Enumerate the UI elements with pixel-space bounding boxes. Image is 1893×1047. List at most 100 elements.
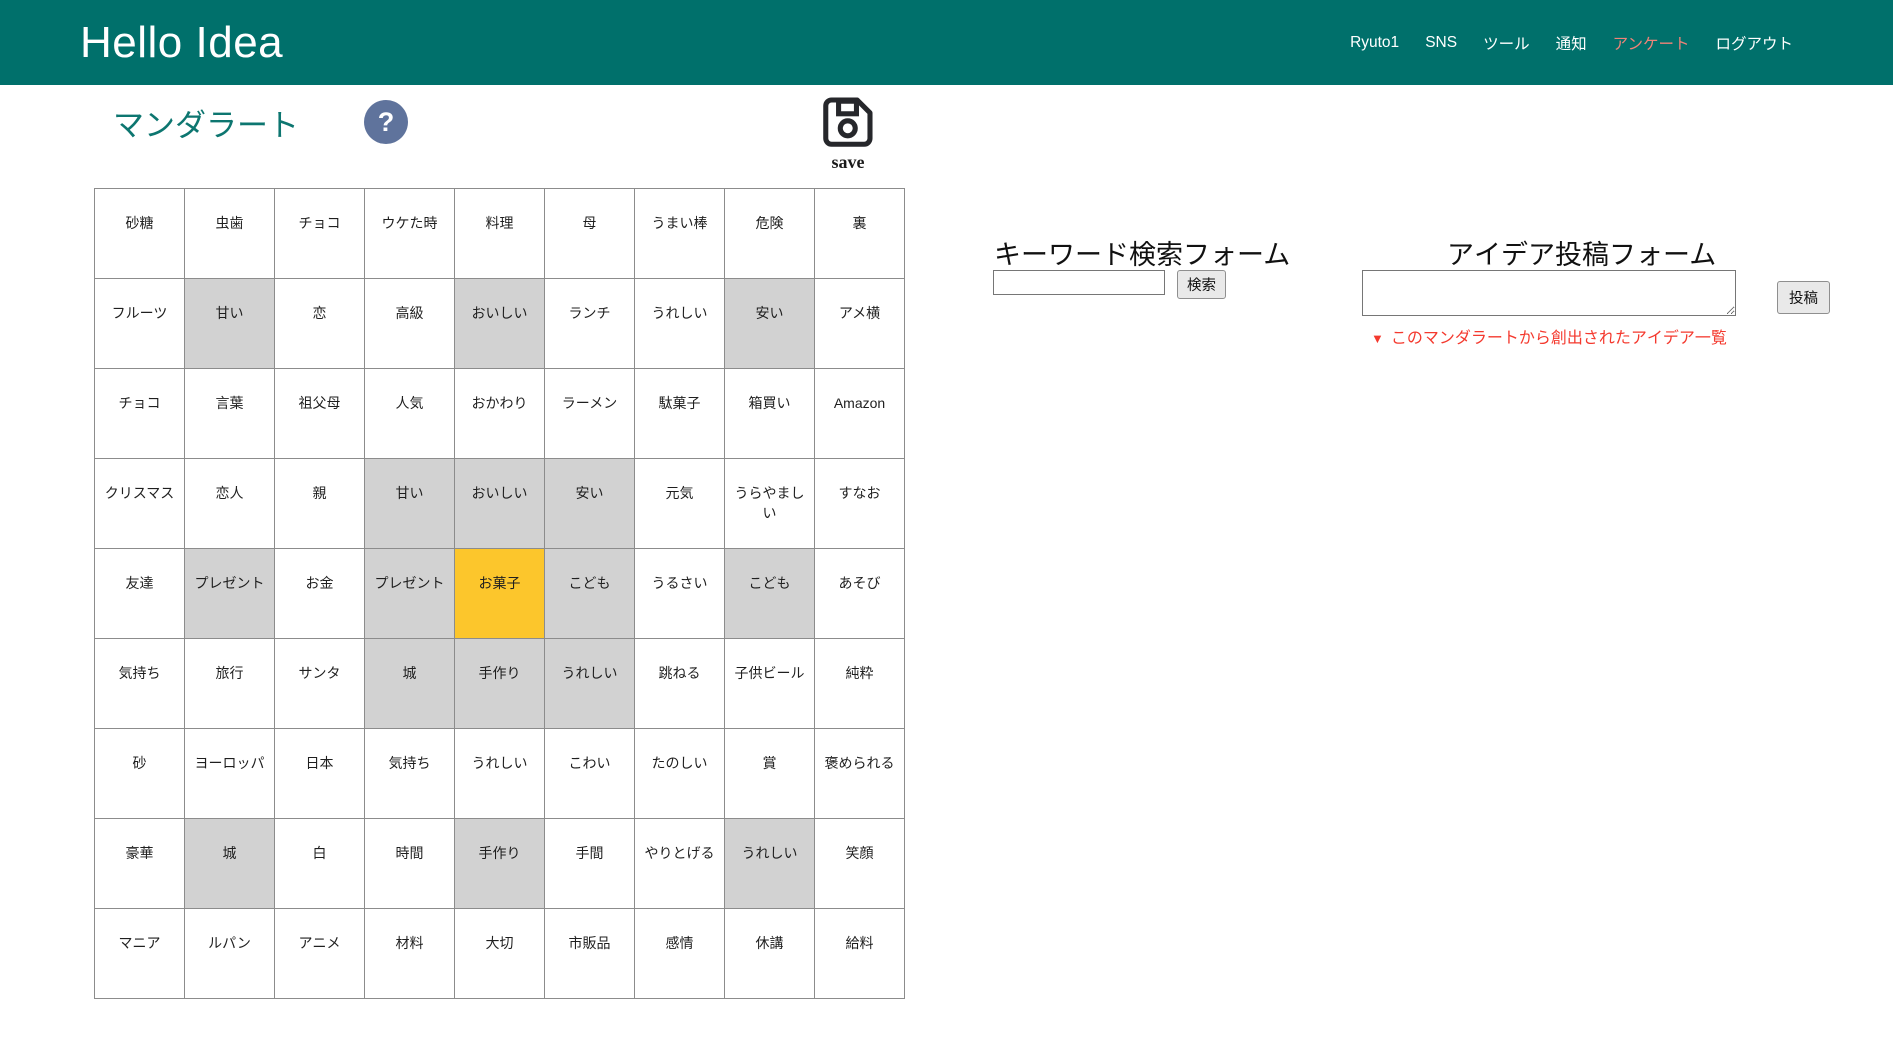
grid-cell[interactable]: 安い (724, 278, 815, 369)
grid-cell[interactable]: チョコ (94, 368, 185, 459)
save-button[interactable]: save (806, 93, 890, 173)
grid-cell[interactable]: 大切 (454, 908, 545, 999)
grid-cell[interactable]: チョコ (274, 188, 365, 279)
grid-cell[interactable]: 子供ビール (724, 638, 815, 729)
grid-cell[interactable]: こども (544, 548, 635, 639)
grid-cell[interactable]: うまい棒 (634, 188, 725, 279)
grid-cell[interactable]: プレゼント (184, 548, 275, 639)
grid-cell[interactable]: うれしい (544, 638, 635, 729)
search-button[interactable]: 検索 (1177, 270, 1226, 299)
grid-cell[interactable]: 跳ねる (634, 638, 725, 729)
grid-cell[interactable]: 高級 (364, 278, 455, 369)
grid-cell[interactable]: 元気 (634, 458, 725, 549)
grid-cell[interactable]: うれしい (724, 818, 815, 909)
grid-cell[interactable]: 賞 (724, 728, 815, 819)
grid-cell[interactable]: 甘い (364, 458, 455, 549)
grid-cell[interactable]: 言葉 (184, 368, 275, 459)
grid-cell[interactable]: 手間 (544, 818, 635, 909)
grid-cell[interactable]: 気持ち (94, 638, 185, 729)
grid-cell[interactable]: こども (724, 548, 815, 639)
triangle-down-icon: ▼ (1371, 331, 1384, 346)
nav-item-tools[interactable]: ツール (1483, 32, 1530, 54)
grid-cell[interactable]: ウケた時 (364, 188, 455, 279)
grid-cell[interactable]: おかわり (454, 368, 545, 459)
grid-cell[interactable]: 時間 (364, 818, 455, 909)
grid-cell[interactable]: 祖父母 (274, 368, 365, 459)
grid-cell[interactable]: 旅行 (184, 638, 275, 729)
page-title: マンダラート (113, 108, 299, 143)
grid-cell[interactable]: うれしい (634, 278, 725, 369)
idea-list-toggle-link[interactable]: ▼ このマンダラートから創出されたアイデア一覧 (1352, 324, 1746, 348)
grid-row: 気持ち 旅行 サンタ城手作り うれしい 跳ねる 子供ビール 純粋 (94, 638, 905, 729)
nav-item-notifications[interactable]: 通知 (1556, 32, 1587, 54)
grid-cell[interactable]: 甘い (184, 278, 275, 369)
grid-cell[interactable]: 白 (274, 818, 365, 909)
grid-cell[interactable]: フルーツ (94, 278, 185, 369)
app-brand[interactable]: Hello Idea (80, 18, 283, 68)
post-button[interactable]: 投稿 (1777, 281, 1830, 314)
grid-cell[interactable]: アメ横 (814, 278, 905, 369)
grid-cell[interactable]: うるさい (634, 548, 725, 639)
grid-cell[interactable]: サンタ (274, 638, 365, 729)
grid-cell[interactable]: こわい (544, 728, 635, 819)
help-question-icon[interactable]: ? (364, 100, 408, 144)
grid-cell[interactable]: 給料 (814, 908, 905, 999)
grid-cell[interactable]: 親 (274, 458, 365, 549)
grid-cell[interactable]: 材料 (364, 908, 455, 999)
grid-cell[interactable]: ランチ (544, 278, 635, 369)
nav-item-survey[interactable]: アンケート (1613, 32, 1690, 54)
grid-cell[interactable]: 砂糖 (94, 188, 185, 279)
grid-cell[interactable]: 安い (544, 458, 635, 549)
grid-cell[interactable]: プレゼント (364, 548, 455, 639)
grid-cell[interactable]: 料理 (454, 188, 545, 279)
grid-cell[interactable]: 恋 (274, 278, 365, 369)
grid-cell[interactable]: たのしい (634, 728, 725, 819)
grid-cell[interactable]: 手作り (454, 818, 545, 909)
grid-cell[interactable]: Amazon (814, 368, 905, 459)
nav-item-logout[interactable]: ログアウト (1715, 32, 1793, 54)
grid-cell[interactable]: 恋人 (184, 458, 275, 549)
grid-cell[interactable]: すなお (814, 458, 905, 549)
header-nav: Ryuto1 SNS ツール 通知 アンケート ログアウト (1350, 32, 1793, 54)
idea-textarea[interactable] (1362, 270, 1736, 316)
grid-cell[interactable]: 豪華 (94, 818, 185, 909)
grid-cell[interactable]: クリスマス (94, 458, 185, 549)
grid-cell[interactable]: ルパン (184, 908, 275, 999)
grid-cell[interactable]: 裏 (814, 188, 905, 279)
grid-cell[interactable]: アニメ (274, 908, 365, 999)
grid-cell[interactable]: やりとげる (634, 818, 725, 909)
grid-cell[interactable]: 危険 (724, 188, 815, 279)
grid-cell[interactable]: 休講 (724, 908, 815, 999)
nav-item-sns[interactable]: SNS (1425, 34, 1457, 52)
grid-cell[interactable]: 母 (544, 188, 635, 279)
grid-cell[interactable]: 人気 (364, 368, 455, 459)
grid-cell[interactable]: 箱買い (724, 368, 815, 459)
nav-item-user[interactable]: Ryuto1 (1350, 34, 1399, 52)
grid-cell[interactable]: お菓子 (454, 548, 545, 639)
grid-cell[interactable]: マニア (94, 908, 185, 999)
grid-row: フルーツ 甘い恋高級 おいしい ランチ うれしい 安い アメ横 (94, 278, 905, 369)
keyword-search-input[interactable] (993, 270, 1165, 295)
grid-cell[interactable]: 日本 (274, 728, 365, 819)
grid-cell[interactable]: 笑顔 (814, 818, 905, 909)
grid-cell[interactable]: 手作り (454, 638, 545, 729)
grid-cell[interactable]: あそび (814, 548, 905, 639)
grid-cell[interactable]: 虫歯 (184, 188, 275, 279)
grid-cell[interactable]: うらやましい (724, 458, 815, 549)
grid-cell[interactable]: 砂 (94, 728, 185, 819)
grid-cell[interactable]: 城 (184, 818, 275, 909)
grid-cell[interactable]: 気持ち (364, 728, 455, 819)
grid-cell[interactable]: 褒められる (814, 728, 905, 819)
grid-cell[interactable]: 駄菓子 (634, 368, 725, 459)
grid-cell[interactable]: 城 (364, 638, 455, 729)
grid-cell[interactable]: おいしい (454, 278, 545, 369)
grid-cell[interactable]: うれしい (454, 728, 545, 819)
grid-cell[interactable]: 友達 (94, 548, 185, 639)
grid-cell[interactable]: 市販品 (544, 908, 635, 999)
grid-cell[interactable]: 感情 (634, 908, 725, 999)
grid-cell[interactable]: おいしい (454, 458, 545, 549)
grid-cell[interactable]: ラーメン (544, 368, 635, 459)
grid-cell[interactable]: お金 (274, 548, 365, 639)
grid-cell[interactable]: 純粋 (814, 638, 905, 729)
grid-cell[interactable]: ヨーロッパ (184, 728, 275, 819)
